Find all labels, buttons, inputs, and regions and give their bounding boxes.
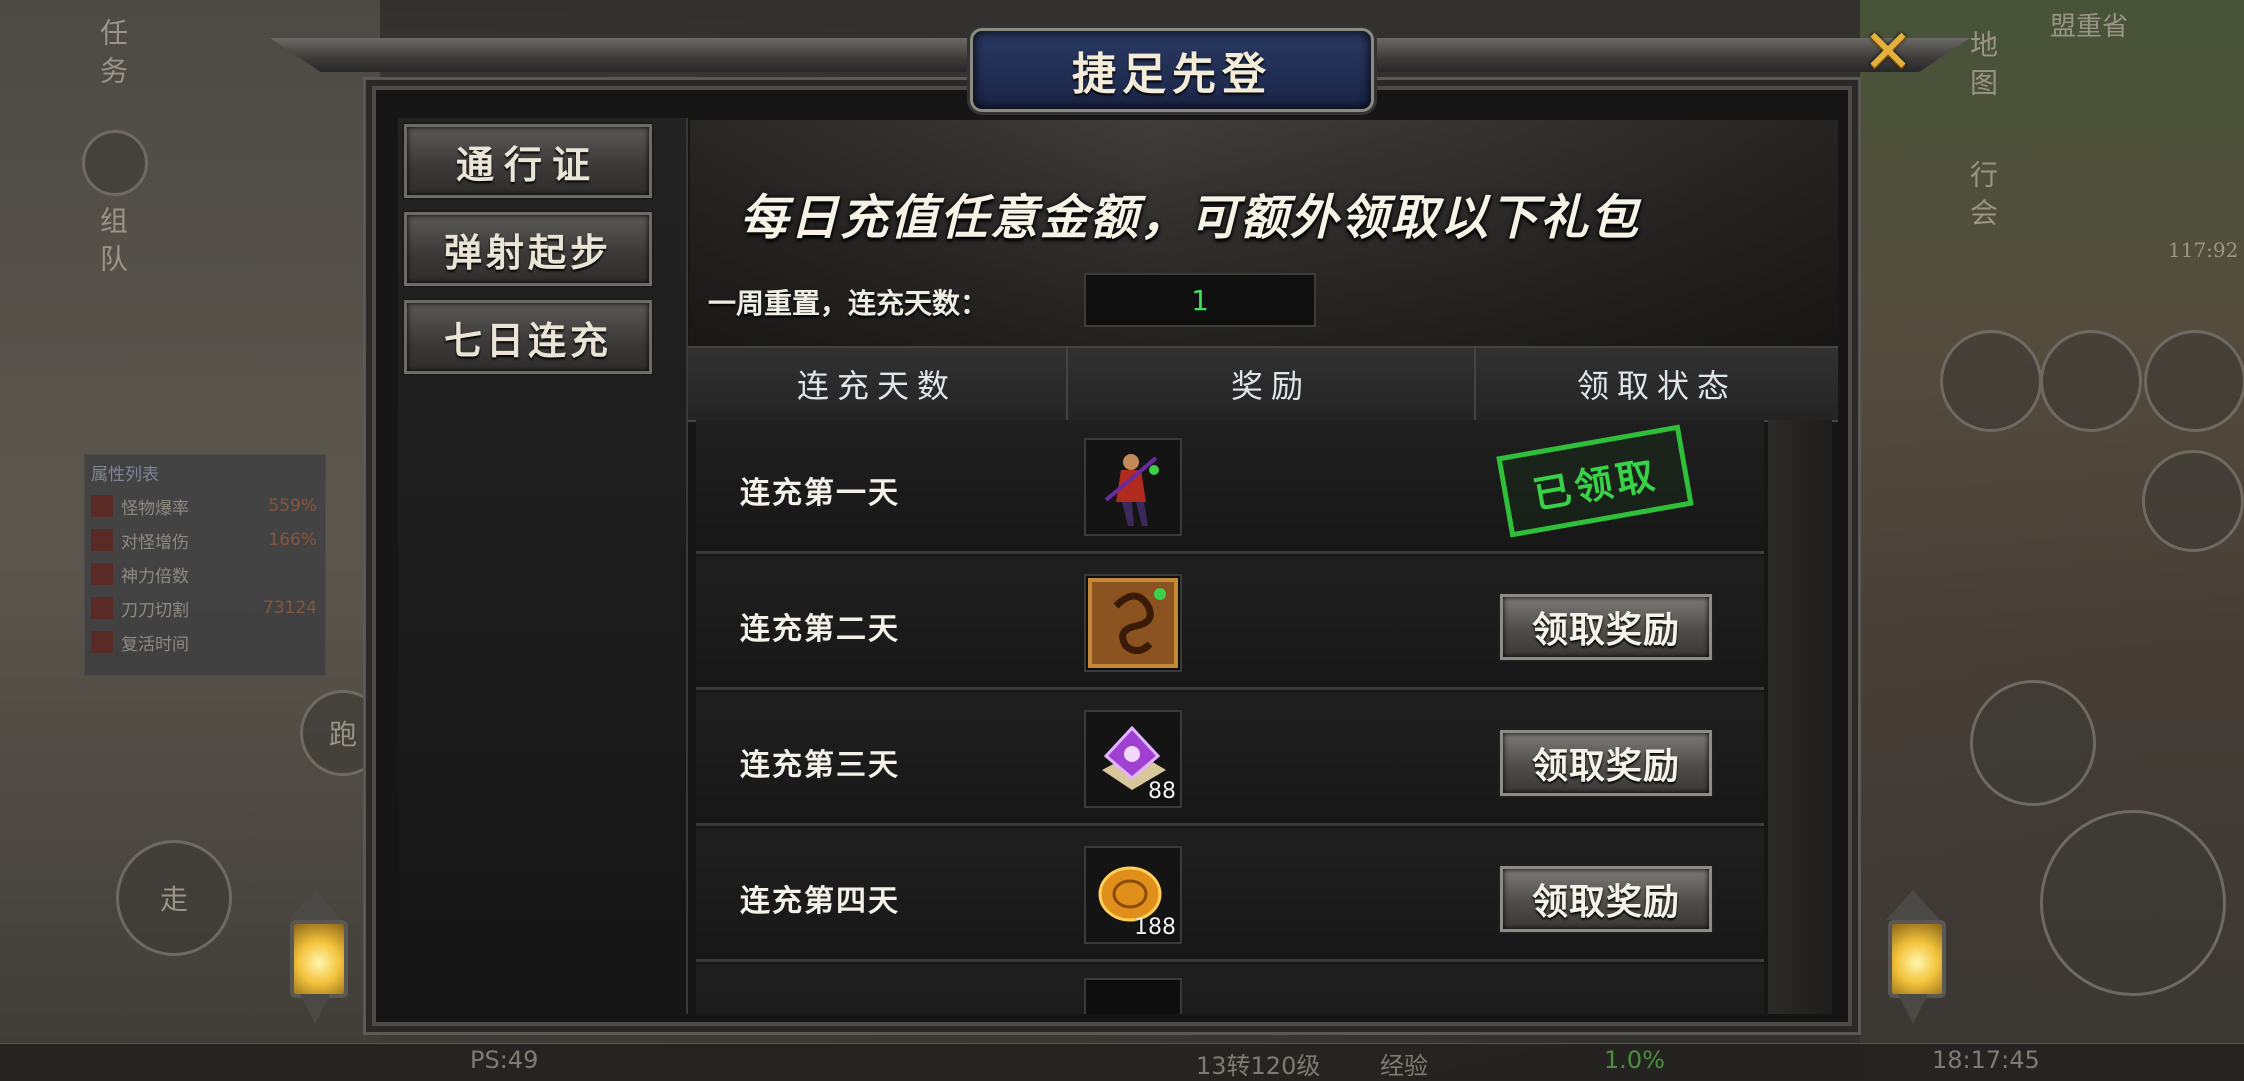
- reward-item-slot[interactable]: [1084, 978, 1182, 1014]
- table-row-partial: [696, 964, 1764, 1014]
- stat-list-panel: 属性列表 怪物爆率 559% 对怪增伤 166% 神力倍数 刀刀切割 73124 复活…: [84, 454, 326, 676]
- stat-row: 神力倍数: [85, 557, 325, 591]
- row-day-label: 连充第一天: [740, 476, 900, 511]
- stat-row: 复活时间: [85, 625, 325, 659]
- exp-label: 经验: [1380, 1052, 1428, 1080]
- exp-value: 1.0%: [1604, 1046, 1665, 1074]
- reset-label: 一周重置，连充天数：: [708, 287, 989, 320]
- skill-slot-icon[interactable]: [2040, 330, 2142, 432]
- window-title: 捷足先登: [1072, 49, 1272, 100]
- header-days: 连充天数: [688, 348, 1068, 420]
- dragon-tile-icon[interactable]: [1084, 574, 1182, 672]
- consecutive-days-value: 1: [1084, 273, 1316, 327]
- item-quantity: 88: [1148, 779, 1176, 804]
- table-row: 连充第三天 88 领取奖励: [696, 692, 1764, 826]
- reward-list[interactable]: 连充第一天 已领取 连充第二天 领取奖励 连充第三天 88 领取奖励 连充第四天…: [696, 420, 1764, 1014]
- hud-refresh-icon[interactable]: [82, 130, 148, 196]
- window-title-plate: 捷足先登: [970, 28, 1374, 112]
- skill-slot-icon[interactable]: [2142, 450, 2244, 552]
- list-scrollbar[interactable]: [1768, 420, 1832, 1014]
- row-day-label: 连充第四天: [740, 884, 900, 919]
- level-readout: 13转120级: [1196, 1052, 1321, 1080]
- ps-readout: PS:49: [470, 1046, 539, 1074]
- stat-row: 对怪增伤 166%: [85, 523, 325, 557]
- lantern-right-icon: [1876, 890, 1950, 1030]
- hud-team-label[interactable]: 组队: [92, 206, 132, 282]
- header-reward: 奖励: [1068, 348, 1476, 420]
- skill-slot-icon[interactable]: [1940, 330, 2042, 432]
- tab-seven-day-recharge[interactable]: 七日连充: [404, 300, 652, 374]
- table-row: 连充第二天 领取奖励: [696, 556, 1764, 690]
- stat-list-title: 属性列表: [91, 464, 159, 485]
- claimed-stamp: 已领取: [1496, 424, 1694, 538]
- tab-ejection-start[interactable]: 弹射起步: [404, 212, 652, 286]
- claim-reward-button[interactable]: 领取奖励: [1500, 866, 1712, 932]
- table-row: 连充第四天 188 领取奖励: [696, 828, 1764, 962]
- claim-reward-button[interactable]: 领取奖励: [1500, 730, 1712, 796]
- region-name: 盟重省: [2050, 12, 2129, 42]
- stat-row: 刀刀切割 73124: [85, 591, 325, 625]
- close-x-icon[interactable]: ✕: [1860, 22, 1916, 82]
- stat-row: 怪物爆率 559%: [85, 489, 325, 523]
- row-day-label: 连充第三天: [740, 748, 900, 783]
- walk-joystick[interactable]: 走: [116, 840, 232, 956]
- attack-button[interactable]: [2040, 810, 2226, 996]
- skill-slot-icon[interactable]: [1970, 680, 2096, 806]
- table-header: 连充天数 奖励 领取状态: [688, 346, 1838, 422]
- claim-reward-button[interactable]: 领取奖励: [1500, 594, 1712, 660]
- header-status: 领取状态: [1576, 367, 1737, 405]
- hud-right-readout: 117:92: [2168, 238, 2239, 262]
- skill-slot-icon[interactable]: [2144, 330, 2244, 432]
- item-quantity: 188: [1134, 915, 1176, 940]
- bottom-status-bar: [0, 1043, 2244, 1081]
- tab-pass[interactable]: 通行证: [404, 124, 652, 198]
- clock-readout: 18:17:45: [1932, 1046, 2040, 1074]
- table-row: 连充第一天 已领取: [696, 420, 1764, 554]
- warrior-figure-icon[interactable]: [1084, 438, 1182, 536]
- lantern-left-icon: [278, 890, 352, 1030]
- hud-guild-button[interactable]: 行会: [1962, 160, 2002, 236]
- purple-crystal-icon[interactable]: 88: [1084, 710, 1182, 808]
- gold-coin-icon[interactable]: 188: [1084, 846, 1182, 944]
- row-day-label: 连充第二天: [740, 612, 900, 647]
- hud-task-label[interactable]: 任务: [92, 18, 132, 94]
- banner-headline: 每日充值任意金额，可额外领取以下礼包: [740, 190, 1641, 246]
